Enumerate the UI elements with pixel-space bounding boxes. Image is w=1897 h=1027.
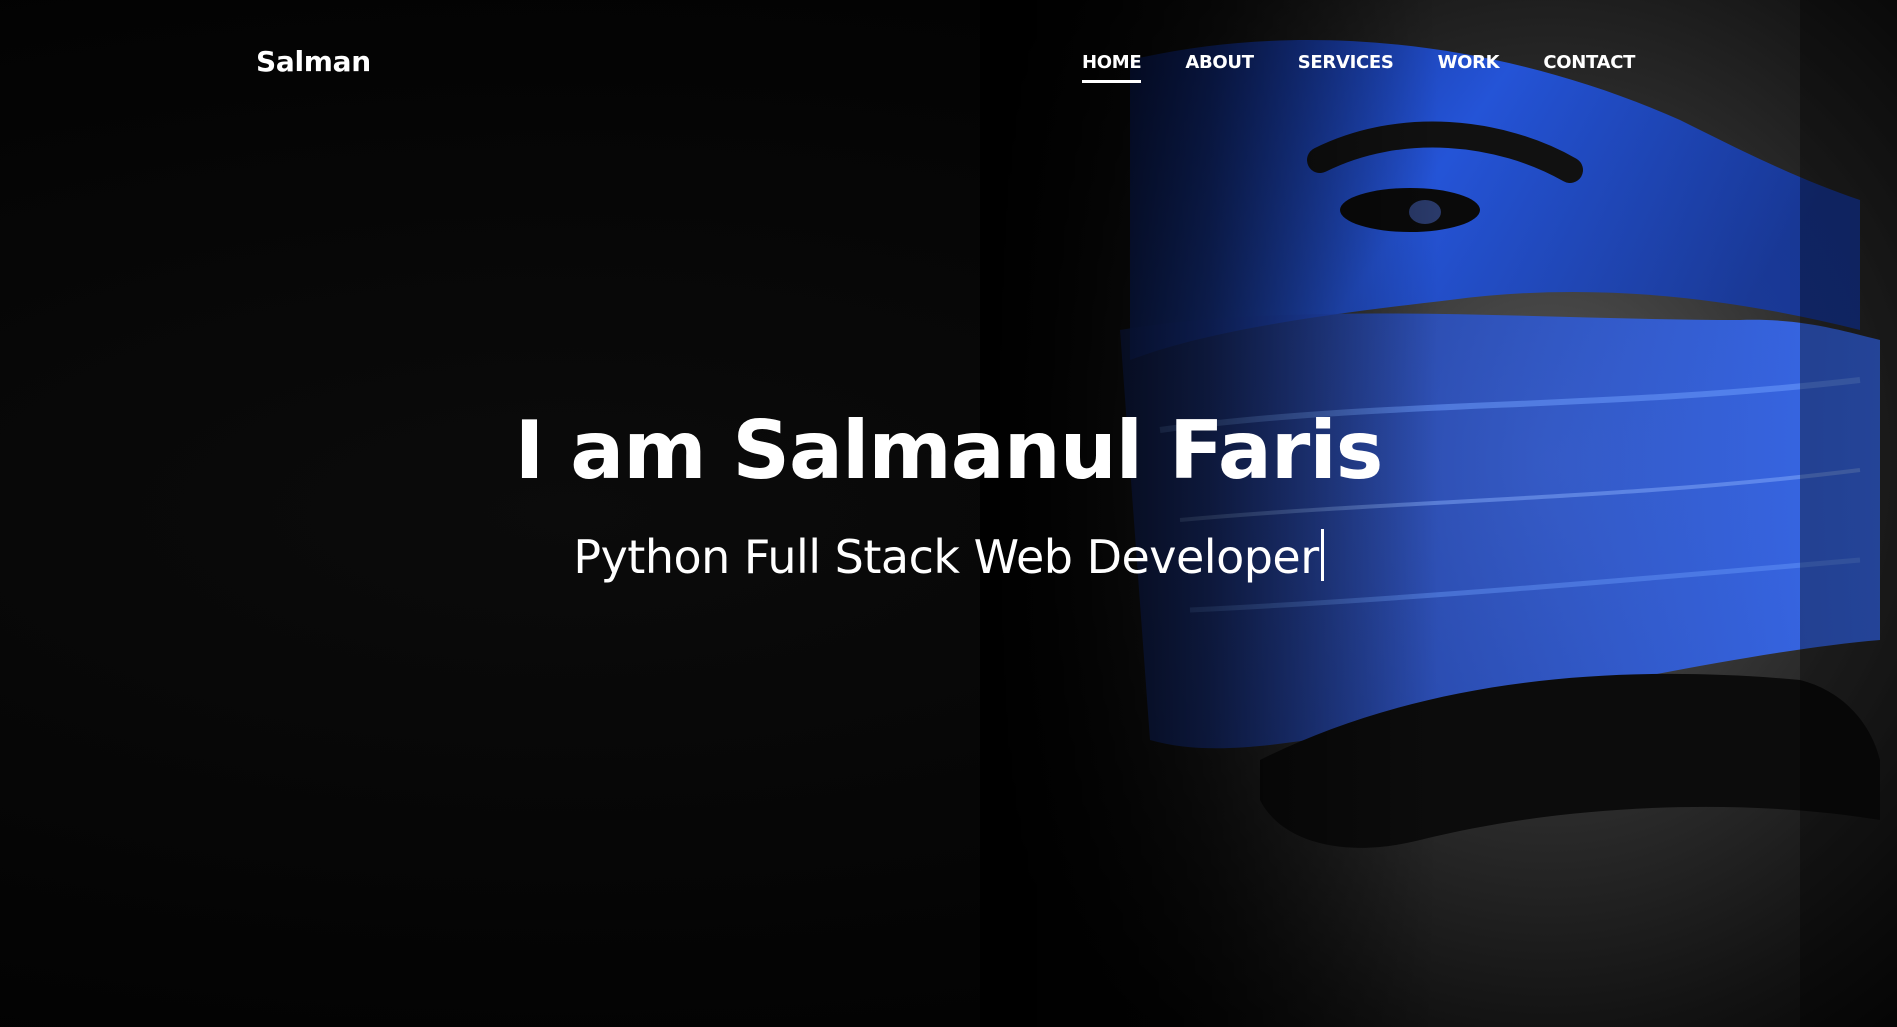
brand-logo[interactable]: Salman (256, 45, 371, 78)
nav-item-services: SERVICES (1298, 52, 1394, 83)
nav-link-home[interactable]: HOME (1082, 52, 1142, 83)
nav-link-contact[interactable]: CONTACT (1543, 52, 1635, 83)
nav-item-home: HOME (1082, 52, 1142, 83)
hero-text-block: I am Salmanul Faris Python Full Stack We… (0, 405, 1897, 585)
main-nav: HOME ABOUT SERVICES WORK CONTACT (1082, 52, 1635, 83)
nav-item-contact: CONTACT (1543, 52, 1635, 83)
hero-headline: I am Salmanul Faris (514, 404, 1384, 497)
top-navbar: Salman HOME ABOUT SERVICES WORK CONTACT (0, 0, 1897, 130)
nav-link-services[interactable]: SERVICES (1298, 52, 1394, 83)
hero-section: Salman HOME ABOUT SERVICES WORK CONTACT … (0, 0, 1897, 1027)
nav-link-work[interactable]: WORK (1438, 52, 1500, 83)
hero-subtitle-line: Python Full Stack Web Developer (0, 529, 1897, 585)
nav-item-work: WORK (1438, 52, 1500, 83)
nav-item-about: ABOUT (1185, 52, 1254, 83)
nav-link-about[interactable]: ABOUT (1185, 52, 1254, 83)
typing-cursor (1320, 529, 1324, 581)
hero-subtitle: Python Full Stack Web Developer (573, 530, 1319, 584)
